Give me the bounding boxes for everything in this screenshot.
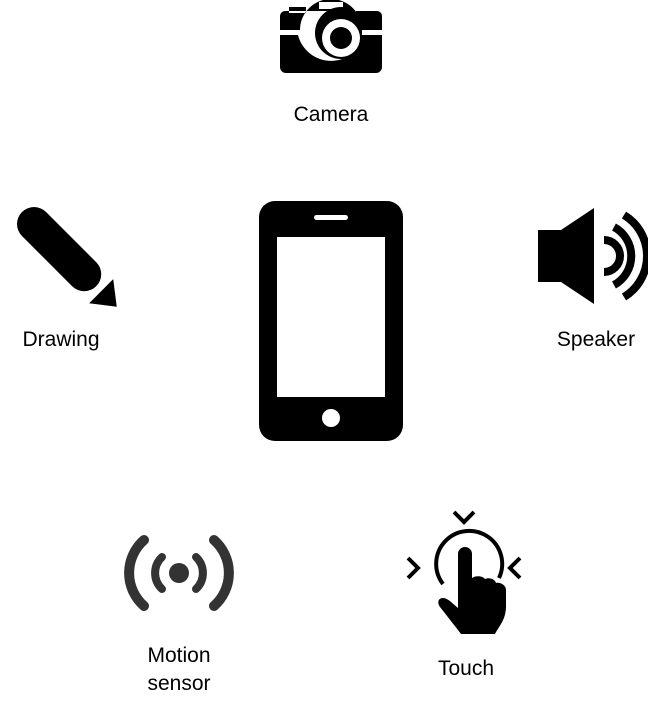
motion-sensor-icon (124, 535, 234, 611)
smartphone-icon (259, 201, 403, 441)
camera-label: Camera (293, 103, 369, 126)
drawing-label: Drawing (22, 328, 100, 351)
speaker-label: Speaker (556, 328, 636, 351)
motion-sensor-label-line2: sensor (147, 672, 211, 695)
camera-icon (280, 0, 382, 73)
touch-icon (406, 510, 522, 634)
speaker-icon (538, 208, 648, 304)
pencil-icon (17, 207, 117, 307)
touch-label: Touch (437, 657, 495, 680)
motion-sensor-label-line1: Motion (147, 644, 211, 667)
